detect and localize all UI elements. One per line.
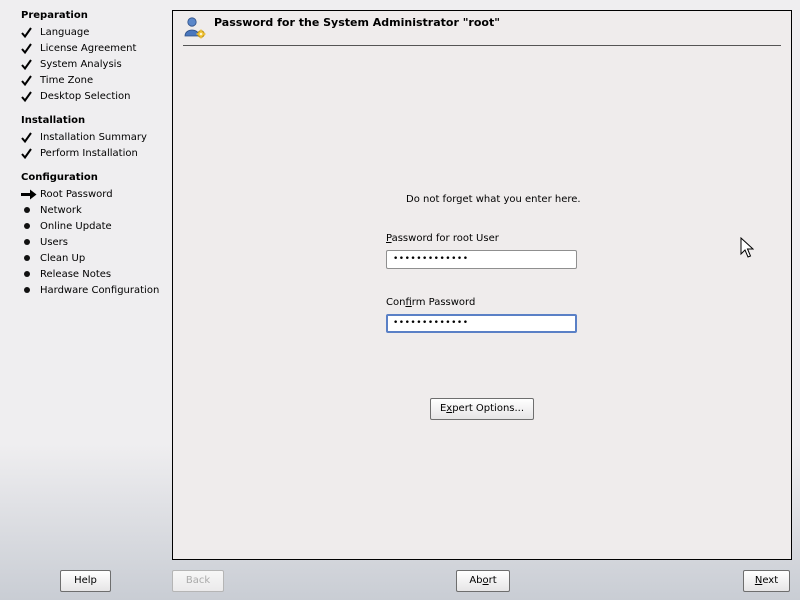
label-text: assword for root User — [391, 233, 499, 244]
step-network: Network — [21, 203, 82, 217]
checkmark-icon — [21, 42, 40, 54]
step-online-update: Online Update — [21, 219, 112, 233]
step-label: Installation Summary — [40, 131, 147, 143]
checkmark-icon — [21, 74, 40, 86]
bullet-icon — [21, 239, 40, 245]
checkmark-icon — [21, 58, 40, 70]
dialog-panel: Password for the System Administrator "r… — [172, 10, 792, 560]
step-label: System Analysis — [40, 58, 122, 70]
step-label: Network — [40, 204, 82, 216]
step-language: Language — [21, 25, 89, 39]
step-hardware-configuration: Hardware Configuration — [21, 283, 159, 297]
button-text: ext — [762, 575, 779, 586]
step-label: License Agreement — [40, 42, 137, 54]
confirm-password-label: Confirm Password — [386, 297, 475, 308]
checkmark-icon — [21, 90, 40, 102]
help-button[interactable]: Help — [60, 570, 111, 592]
label-text: Con — [386, 297, 406, 308]
step-root-password: Root Password — [21, 187, 113, 201]
user-key-icon — [183, 16, 207, 40]
label-text: irm Password — [411, 297, 476, 308]
arrow-right-icon — [21, 189, 40, 200]
bullet-icon — [21, 287, 40, 293]
step-installation-summary: Installation Summary — [21, 130, 147, 144]
dialog-title: Password for the System Administrator "r… — [214, 16, 500, 29]
password-label: Password for root User — [386, 233, 499, 244]
bullet-icon — [21, 207, 40, 213]
confirm-password-input[interactable]: ••••••••••••• — [386, 314, 577, 333]
installation-steps-sidebar: Preparation Language License Agreement S… — [0, 0, 172, 560]
next-button[interactable]: Next — [743, 570, 790, 592]
step-label: Root Password — [40, 188, 113, 200]
bullet-icon — [21, 255, 40, 261]
button-text: Ab — [469, 575, 483, 586]
step-release-notes: Release Notes — [21, 267, 111, 281]
step-label: Release Notes — [40, 268, 112, 280]
section-title-preparation: Preparation — [21, 10, 88, 21]
bullet-icon — [21, 271, 40, 277]
password-hint-text: Do not forget what you enter here. — [406, 194, 581, 205]
step-time-zone: Time Zone — [21, 73, 93, 87]
step-clean-up: Clean Up — [21, 251, 85, 265]
section-title-configuration: Configuration — [21, 172, 98, 183]
step-label: Hardware Configuration — [40, 284, 160, 296]
checkmark-icon — [21, 147, 40, 159]
step-system-analysis: System Analysis — [21, 57, 122, 71]
step-label: Clean Up — [40, 252, 86, 264]
button-text: rt — [488, 575, 497, 586]
step-perform-installation: Perform Installation — [21, 146, 138, 160]
bullet-icon — [21, 223, 40, 229]
root-password-input[interactable]: ••••••••••••• — [386, 250, 577, 269]
step-label: Online Update — [40, 220, 112, 232]
title-divider — [183, 45, 781, 46]
step-label: Perform Installation — [40, 147, 138, 159]
mouse-cursor-icon — [740, 237, 754, 258]
checkmark-icon — [21, 131, 40, 143]
section-title-installation: Installation — [21, 115, 86, 126]
step-label: Desktop Selection — [40, 90, 131, 102]
abort-button[interactable]: Abort — [456, 570, 510, 592]
step-label: Language — [40, 26, 90, 38]
step-license-agreement: License Agreement — [21, 41, 136, 55]
expert-options-button[interactable]: Expert Options... — [430, 398, 534, 420]
button-text: pert Options... — [452, 403, 525, 414]
checkmark-icon — [21, 26, 40, 38]
step-label: Users — [40, 236, 69, 248]
step-desktop-selection: Desktop Selection — [21, 89, 131, 103]
step-label: Time Zone — [40, 74, 94, 86]
step-users: Users — [21, 235, 68, 249]
back-button[interactable]: Back — [172, 570, 224, 592]
